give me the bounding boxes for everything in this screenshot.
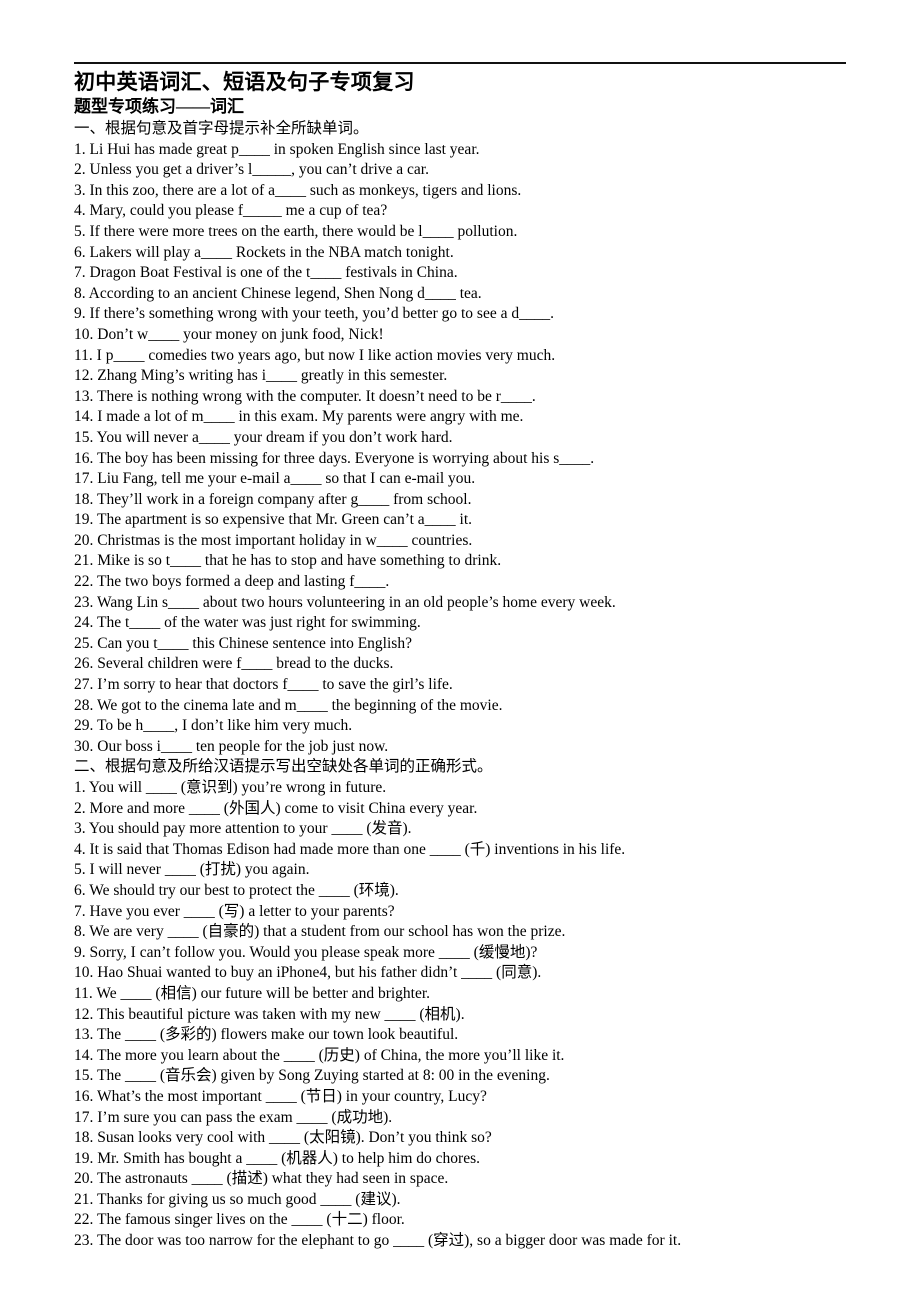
question-item: 22. The two boys formed a deep and lasti… [74,573,390,591]
question-item: 17. I’m sure you can pass the exam ____ … [74,1108,393,1126]
question-item: 12. This beautiful picture was taken wit… [74,1005,465,1023]
document-content: 初中英语词汇、短语及句子专项复习 题型专项练习——词汇 一、根据句意及首字母提示… [74,62,864,1252]
question-item: 26. Several children were f____ bread to… [74,655,394,673]
question-item: 9. Sorry, I can’t follow you. Would you … [74,943,538,961]
header-divider [74,62,846,64]
document-subtitle: 题型专项练习——词汇 [74,97,244,116]
question-item: 21. Mike is so t____ that he has to stop… [74,552,502,570]
question-item: 15. The ____ (音乐会) given by Song Zuying … [74,1067,550,1085]
section-one: 一、根据句意及首字母提示补全所缺单词。 1. Li Hui has made g… [74,119,864,757]
question-item: 2. More and more ____ (外国人) come to visi… [74,799,478,817]
question-item: 13. There is nothing wrong with the comp… [74,387,536,405]
section-two-heading: 二、根据句意及所给汉语提示写出空缺处各单词的正确形式。 [74,758,493,776]
question-item: 16. What’s the most important ____ (节日) … [74,1087,487,1105]
question-item: 1. Li Hui has made great p____ in spoken… [74,140,480,158]
question-item: 28. We got to the cinema late and m____ … [74,696,503,714]
question-item: 30. Our boss i____ ten people for the jo… [74,737,389,755]
question-item: 10. Don’t w____ your money on junk food,… [74,325,384,343]
question-item: 11. We ____ (相信) our future will be bett… [74,984,431,1002]
question-item: 14. I made a lot of m____ in this exam. … [74,408,524,426]
question-item: 8. According to an ancient Chinese legen… [74,284,482,302]
section-two-question-list: 1. You will ____ (意识到) you’re wrong in f… [74,778,864,1252]
section-one-heading: 一、根据句意及首字母提示补全所缺单词。 [74,120,369,137]
question-item: 4. Mary, could you please f_____ me a cu… [74,202,388,220]
question-item: 3. In this zoo, there are a lot of a____… [74,181,522,199]
question-item: 22. The famous singer lives on the ____ … [74,1211,405,1229]
question-item: 6. We should try our best to protect the… [74,881,399,899]
question-item: 18. They’ll work in a foreign company af… [74,490,472,508]
question-item: 21. Thanks for giving us so much good __… [74,1190,401,1208]
question-item: 2. Unless you get a driver’s l_____, you… [74,161,429,179]
question-item: 29. To be h____, I don’t like him very m… [74,717,353,735]
question-item: 5. If there were more trees on the earth… [74,222,518,240]
question-item: 19. The apartment is so expensive that M… [74,511,473,529]
question-item: 4. It is said that Thomas Edison had mad… [74,840,626,858]
question-item: 23. The door was too narrow for the elep… [74,1232,682,1250]
question-item: 15. You will never a____ your dream if y… [74,428,453,446]
question-item: 6. Lakers will play a____ Rockets in the… [74,243,454,261]
question-item: 14. The more you learn about the ____ (历… [74,1046,565,1064]
question-item: 20. Christmas is the most important holi… [74,531,473,549]
question-item: 8. We are very ____ (自豪的) that a student… [74,923,566,941]
question-item: 11. I p____ comedies two years ago, but … [74,346,556,364]
question-item: 16. The boy has been missing for three d… [74,449,595,467]
question-item: 23. Wang Lin s____ about two hours volun… [74,593,616,611]
question-item: 10. Hao Shuai wanted to buy an iPhone4, … [74,964,542,982]
question-item: 9. If there’s something wrong with your … [74,305,554,323]
question-item: 27. I’m sorry to hear that doctors f____… [74,676,453,694]
question-item: 17. Liu Fang, tell me your e-mail a____ … [74,470,476,488]
question-item: 7. Dragon Boat Festival is one of the t_… [74,264,458,282]
question-item: 19. Mr. Smith has bought a ____ (机器人) to… [74,1149,480,1167]
document-title: 初中英语词汇、短语及句子专项复习 [74,70,415,94]
question-item: 25. Can you t____ this Chinese sentence … [74,634,412,652]
question-item: 3. You should pay more attention to your… [74,820,412,838]
question-item: 1. You will ____ (意识到) you’re wrong in f… [74,779,387,796]
question-item: 24. The t____ of the water was just righ… [74,614,421,632]
section-one-question-list: 1. Li Hui has made great p____ in spoken… [74,140,864,758]
question-item: 20. The astronauts ____ (描述) what they h… [74,1170,449,1188]
document-page: 初中英语词汇、短语及句子专项复习 题型专项练习——词汇 一、根据句意及首字母提示… [0,0,920,1302]
section-two: 二、根据句意及所给汉语提示写出空缺处各单词的正确形式。 1. You will … [74,757,864,1251]
question-item: 7. Have you ever ____ (写) a letter to yo… [74,902,395,920]
question-item: 5. I will never ____ (打扰) you again. [74,861,310,879]
question-item: 13. The ____ (多彩的) flowers make our town… [74,1026,459,1044]
question-item: 12. Zhang Ming’s writing has i____ great… [74,367,448,385]
question-item: 18. Susan looks very cool with ____ (太阳镜… [74,1129,492,1147]
